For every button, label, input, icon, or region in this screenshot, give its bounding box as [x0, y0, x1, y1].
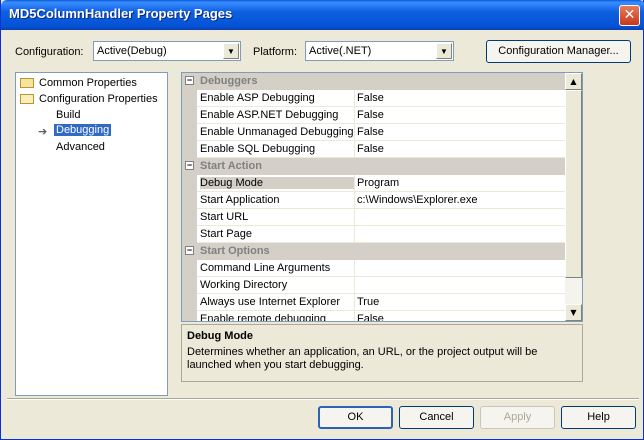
property-value[interactable]: False [357, 92, 565, 104]
collapse-icon[interactable]: − [185, 161, 194, 170]
collapse-icon[interactable]: − [185, 76, 194, 85]
property-name: Debug Mode [200, 177, 354, 189]
category-debuggers[interactable]: − Debuggers [182, 73, 567, 90]
property-name: Enable remote debugging [200, 313, 326, 322]
description-text: Determines whether an application, an UR… [187, 346, 538, 371]
property-name: Start Page [200, 228, 252, 240]
property-row[interactable]: Enable SQL Debugging False [182, 141, 567, 158]
configuration-value: Active(Debug) [97, 45, 167, 57]
tree-item-label: Common Properties [39, 77, 137, 89]
property-grid[interactable]: − Debuggers Enable ASP Debugging False E… [181, 72, 583, 322]
property-row[interactable]: Always use Internet Explorer True [182, 294, 567, 311]
property-name: Start URL [200, 211, 249, 223]
category-start-options[interactable]: − Start Options [182, 243, 567, 260]
description-title: Debug Mode [187, 330, 253, 342]
folder-icon [20, 78, 34, 88]
platform-value: Active(.NET) [309, 45, 372, 57]
tree-item-label: Debugging [54, 124, 112, 136]
property-name: Always use Internet Explorer [200, 296, 341, 308]
property-row[interactable]: Enable remote debugging False [182, 311, 567, 322]
property-row-selected[interactable]: Debug Mode Program [182, 175, 567, 192]
property-name: Working Directory [200, 279, 288, 291]
property-name: Enable ASP Debugging [200, 92, 315, 104]
tree-item-label: Advanced [56, 141, 105, 153]
cancel-button[interactable]: Cancel [399, 406, 474, 429]
property-row[interactable]: Start URL [182, 209, 567, 226]
property-row[interactable]: Start Application c:\Windows\Explorer.ex… [182, 192, 567, 209]
category-label: Start Options [200, 245, 270, 257]
scroll-up-icon[interactable]: ▲ [565, 73, 582, 90]
property-value[interactable]: Program [357, 177, 565, 189]
category-label: Debuggers [200, 75, 258, 87]
property-row[interactable]: Start Page [182, 226, 567, 243]
property-row[interactable]: Enable ASP.NET Debugging False [182, 107, 567, 124]
property-value[interactable]: False [357, 143, 565, 155]
arrow-right-icon: ➔ [38, 125, 48, 138]
configuration-select[interactable]: Active(Debug) ▼ [93, 41, 241, 61]
configuration-label: Configuration: [15, 46, 84, 58]
property-value[interactable]: True [357, 296, 565, 308]
collapse-icon[interactable]: − [185, 246, 194, 255]
property-pages-dialog: MD5ColumnHandler Property Pages ✕ Config… [0, 0, 644, 440]
property-row[interactable]: Enable ASP Debugging False [182, 90, 567, 107]
window-title: MD5ColumnHandler Property Pages [9, 6, 233, 21]
category-label: Start Action [200, 160, 262, 172]
property-row[interactable]: Enable Unmanaged Debugging False [182, 124, 567, 141]
help-button[interactable]: Help [561, 406, 636, 429]
scrollbar-thumb[interactable] [565, 90, 582, 278]
scroll-down-icon[interactable]: ▼ [565, 304, 582, 321]
property-name: Enable ASP.NET Debugging [200, 109, 339, 121]
category-tree[interactable]: Common Properties Configuration Properti… [15, 72, 168, 396]
open-folder-icon [20, 94, 34, 104]
configuration-manager-button[interactable]: Configuration Manager... [486, 40, 631, 63]
tree-item-label: Configuration Properties [39, 93, 158, 105]
property-name: Command Line Arguments [200, 262, 331, 274]
property-row[interactable]: Working Directory [182, 277, 567, 294]
ok-button[interactable]: OK [318, 406, 393, 429]
title-bar[interactable]: MD5ColumnHandler Property Pages ✕ [1, 0, 644, 30]
platform-label: Platform: [253, 46, 298, 58]
tree-item-label: Build [56, 109, 81, 121]
close-button[interactable]: ✕ [619, 5, 640, 26]
property-name: Enable Unmanaged Debugging [200, 126, 354, 138]
chevron-down-icon[interactable]: ▼ [436, 43, 452, 59]
property-name: Start Application [200, 194, 280, 206]
chevron-down-icon[interactable]: ▼ [223, 43, 239, 59]
description-panel: Debug Mode Determines whether an applica… [181, 324, 583, 382]
property-value[interactable]: False [357, 313, 565, 321]
vertical-scrollbar[interactable]: ▲ ▼ [565, 73, 582, 321]
property-value[interactable]: False [357, 126, 565, 138]
property-name: Enable SQL Debugging [200, 143, 316, 155]
property-row[interactable]: Command Line Arguments [182, 260, 567, 277]
property-value[interactable]: False [357, 109, 565, 121]
apply-button[interactable]: Apply [480, 406, 555, 429]
property-value[interactable]: c:\Windows\Explorer.exe [357, 194, 565, 206]
divider [7, 398, 639, 400]
category-start-action[interactable]: − Start Action [182, 158, 567, 175]
platform-select[interactable]: Active(.NET) ▼ [305, 41, 454, 61]
